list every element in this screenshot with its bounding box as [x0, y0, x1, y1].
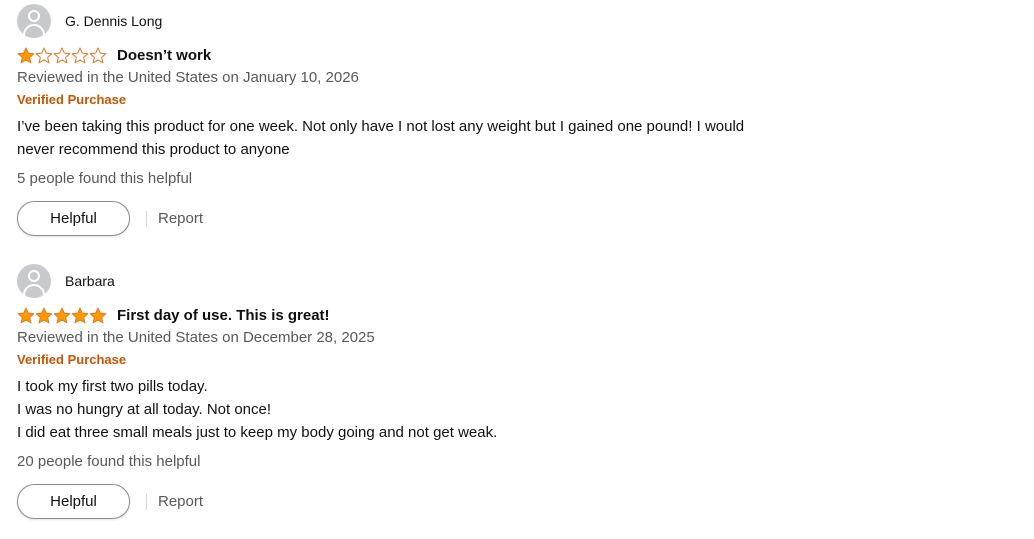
- verified-purchase-badge: Verified Purchase: [17, 92, 127, 107]
- review-title[interactable]: Doesn’t work: [117, 47, 211, 64]
- star-filled-icon: [89, 307, 107, 323]
- report-link[interactable]: Report: [158, 210, 203, 227]
- helpful-count: 5 people found this helpful: [17, 170, 193, 187]
- review-body-line: I was no hungry at all today. Not once!: [17, 401, 272, 418]
- review-actions: Helpful Report: [17, 201, 777, 236]
- star-rating[interactable]: [17, 307, 107, 324]
- review-title-row: Doesn’t work: [17, 45, 777, 65]
- star-empty-icon: [53, 47, 71, 63]
- star-filled-icon: [35, 307, 53, 323]
- star-rating[interactable]: [17, 47, 107, 64]
- review-body: I took my first two pills today. I was n…: [17, 375, 777, 444]
- review-body-line: I took my first two pills today.: [17, 378, 208, 395]
- star-filled-icon: [71, 307, 89, 323]
- star-empty-icon: [35, 47, 53, 63]
- star-filled-icon: [17, 307, 35, 323]
- review-actions: Helpful Report: [17, 484, 777, 519]
- reviewer-name[interactable]: Barbara: [65, 273, 115, 289]
- review-card: Barbara First day of use. This is great!…: [17, 264, 777, 519]
- review-body-line: I’ve been taking this product for one we…: [17, 118, 745, 158]
- review-date: Reviewed in the United States on Decembe…: [17, 329, 375, 346]
- helpful-count: 20 people found this helpful: [17, 453, 201, 470]
- reviewer-name[interactable]: G. Dennis Long: [65, 13, 162, 29]
- review-body-line: I did eat three small meals just to keep…: [17, 424, 498, 441]
- star-filled-icon: [53, 307, 71, 323]
- review-title[interactable]: First day of use. This is great!: [117, 307, 330, 324]
- review-card: G. Dennis Long Doesn’t work Reviewed in …: [17, 4, 777, 236]
- avatar-icon: [17, 4, 51, 38]
- verified-purchase-badge: Verified Purchase: [17, 352, 127, 367]
- reviewer-profile[interactable]: Barbara: [17, 264, 777, 298]
- helpful-button[interactable]: Helpful: [17, 201, 130, 236]
- report-link[interactable]: Report: [158, 493, 203, 510]
- reviewer-profile[interactable]: G. Dennis Long: [17, 4, 777, 38]
- divider: [146, 493, 147, 510]
- star-filled-icon: [17, 47, 35, 63]
- review-date: Reviewed in the United States on January…: [17, 69, 359, 86]
- divider: [146, 210, 147, 227]
- avatar-icon: [17, 264, 51, 298]
- review-body: I’ve been taking this product for one we…: [17, 115, 777, 161]
- helpful-button[interactable]: Helpful: [17, 484, 130, 519]
- review-title-row: First day of use. This is great!: [17, 305, 777, 325]
- star-empty-icon: [89, 47, 107, 63]
- star-empty-icon: [71, 47, 89, 63]
